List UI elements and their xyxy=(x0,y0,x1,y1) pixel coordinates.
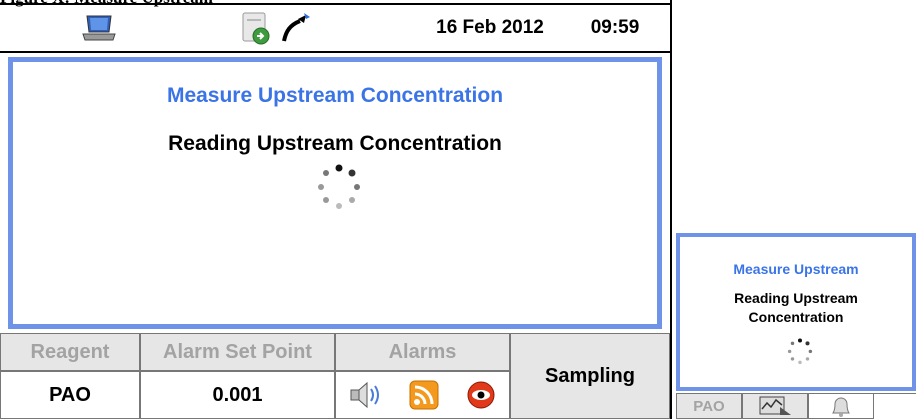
thumbnail-bar: PAO xyxy=(676,393,916,419)
chart-icon[interactable] xyxy=(742,393,808,419)
reagent-value[interactable]: PAO xyxy=(0,371,140,419)
thumbnail-message-line1: Reading Upstream xyxy=(734,290,858,306)
info-table: Reagent Alarm Set Point Alarms PAO 0.001 xyxy=(0,333,670,419)
header-alarms: Alarms xyxy=(335,333,510,371)
status-bar: 16 Feb 2012 09:59 xyxy=(0,3,670,53)
export-document-icon[interactable] xyxy=(235,5,275,51)
bell-icon[interactable] xyxy=(808,393,874,419)
measure-panel: Measure Upstream Concentration Reading U… xyxy=(8,57,662,329)
thumbnail-message-line2: Concentration xyxy=(748,309,844,325)
rss-icon[interactable] xyxy=(409,380,439,410)
thumbnail-reagent[interactable]: PAO xyxy=(676,393,742,419)
header-reagent: Reagent xyxy=(0,333,140,371)
alarm-icons xyxy=(335,371,510,419)
thumbnail-title: Measure Upstream xyxy=(733,261,859,277)
thumbnail-spinner-icon xyxy=(787,338,813,365)
time-display: 09:59 xyxy=(590,17,640,38)
eye-icon[interactable] xyxy=(466,380,496,410)
alarm-set-point-value[interactable]: 0.001 xyxy=(140,371,335,419)
thumbnail-panel: Measure Upstream Reading Upstream Concen… xyxy=(676,233,916,391)
thumbnail-bar-spacer xyxy=(874,393,916,419)
probe-icon[interactable] xyxy=(275,5,315,51)
panel-title: Measure Upstream Concentration xyxy=(166,84,504,107)
speaker-icon[interactable] xyxy=(349,380,383,410)
thumbnail-message: Reading Upstream Concentration xyxy=(680,289,912,327)
laptop-icon[interactable] xyxy=(75,5,123,51)
header-alarm-set-point: Alarm Set Point xyxy=(140,333,335,371)
date-display: 16 Feb 2012 xyxy=(436,17,544,38)
status-message: Reading Upstream Concentration xyxy=(168,132,502,155)
device-screen: 16 Feb 2012 09:59 Measure Upstream Conce… xyxy=(0,0,672,419)
sampling-button[interactable]: Sampling xyxy=(510,333,670,419)
loading-spinner-icon xyxy=(318,164,360,209)
